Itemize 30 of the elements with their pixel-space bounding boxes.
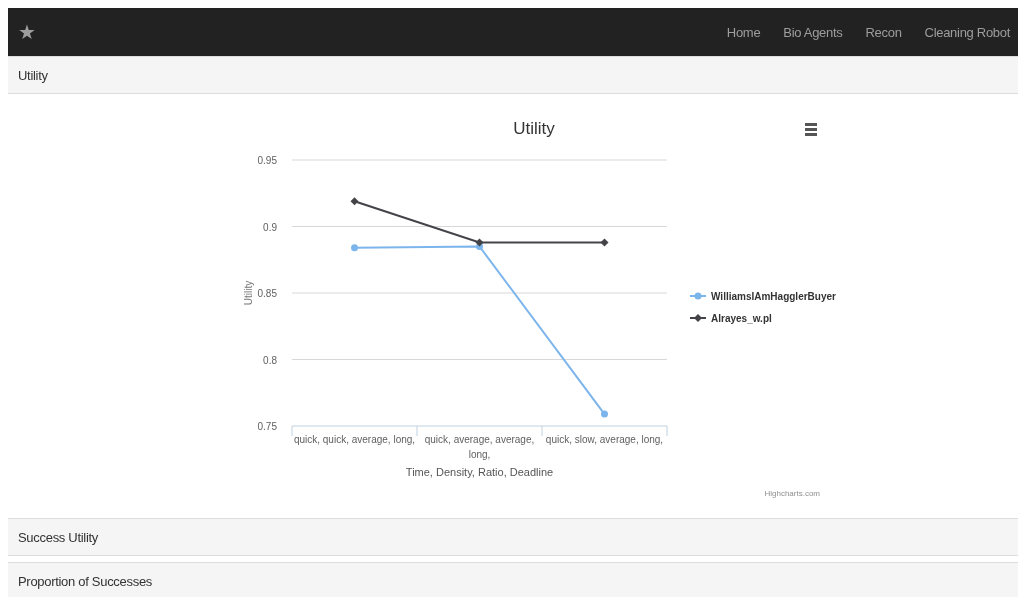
point <box>350 197 359 206</box>
axis-label: 0.95 <box>257 155 277 166</box>
nav-link[interactable]: Bio Agents <box>783 24 843 40</box>
panel-header[interactable]: Success Utility <box>8 519 1018 556</box>
nav-link[interactable]: Cleaning Robot <box>924 24 1010 40</box>
axis-label: quick, slow, average, long, <box>545 434 664 445</box>
legend-item[interactable]: Alrayes_w.pl <box>689 313 772 324</box>
axis-label: 0.85 <box>257 288 277 299</box>
point <box>351 244 358 252</box>
legend-label: WilliamsIAmHagglerBuyer <box>711 291 837 302</box>
axis-label: 0.75 <box>257 421 277 432</box>
legend-label: Alrayes_w.pl <box>711 313 772 324</box>
legend-item[interactable]: WilliamsIAmHagglerBuyer <box>689 291 836 302</box>
menu-icon[interactable] <box>805 123 817 136</box>
axis-title: Time, Density, Ratio, Deadline <box>405 466 554 478</box>
panel-header[interactable]: Proportion of Successes <box>8 563 1018 597</box>
point <box>475 238 484 247</box>
axis-title: Utility <box>243 280 254 306</box>
point <box>601 410 608 418</box>
point <box>600 238 609 247</box>
star-icon[interactable]: ★ <box>18 20 36 44</box>
credit-link[interactable]: Highcharts.com <box>764 489 820 498</box>
chart-title: Utility <box>513 119 555 138</box>
axis-label: quick, average, average, long, <box>424 434 535 460</box>
axis-label: 0.9 <box>263 221 277 233</box>
nav-link[interactable]: Home <box>726 24 761 40</box>
nav-link[interactable]: Recon <box>865 24 902 40</box>
axis-label: 0.8 <box>263 354 277 366</box>
panel-header[interactable]: Utility <box>8 57 1018 94</box>
axis-label: quick, quick, average, long, <box>293 434 416 445</box>
